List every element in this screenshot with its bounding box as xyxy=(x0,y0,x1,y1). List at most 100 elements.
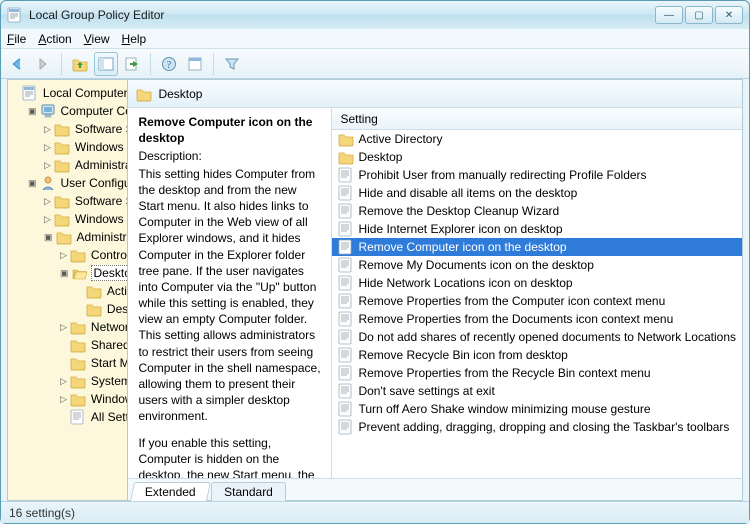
folder-icon xyxy=(338,131,354,147)
separator xyxy=(213,53,214,75)
list-item-label: Remove Recycle Bin icon from desktop xyxy=(358,348,567,362)
menu-file[interactable]: File xyxy=(7,32,26,46)
statusbar: 16 setting(s) xyxy=(1,501,749,523)
list-item-label: Remove Computer icon on the desktop xyxy=(358,240,566,254)
setting-icon xyxy=(338,275,354,291)
menu-action[interactable]: Action xyxy=(38,32,71,46)
tree-cc-software[interactable]: ▷Software Settings xyxy=(42,120,125,138)
show-tree-button[interactable] xyxy=(94,52,118,76)
list-item-label: Active Directory xyxy=(358,132,442,146)
setting-icon xyxy=(338,221,354,237)
export-button[interactable] xyxy=(120,52,144,76)
list-item[interactable]: Remove Computer icon on the desktop xyxy=(332,238,742,256)
back-button[interactable] xyxy=(5,52,29,76)
selected-setting-title: Remove Computer icon on the desktop xyxy=(138,114,321,146)
folder-icon xyxy=(70,355,86,371)
list-item-label: Remove Properties from the Computer icon… xyxy=(358,294,665,308)
twisty-icon[interactable]: ▣ xyxy=(28,178,37,189)
tree-network[interactable]: ▷Network xyxy=(58,318,125,336)
tree-computer-config[interactable]: ▣ Computer Configuration xyxy=(26,102,125,120)
setting-icon xyxy=(338,293,354,309)
folder-icon xyxy=(56,229,72,245)
setting-icon xyxy=(338,365,354,381)
tree-cc-windows[interactable]: ▷Windows Settings xyxy=(42,138,125,156)
content-pane: Desktop Remove Computer icon on the desk… xyxy=(128,80,742,500)
tree-uc-windows[interactable]: ▷Windows Settings xyxy=(42,210,125,228)
tree-pane[interactable]: ▶ Local Computer Policy ▣ Computer Confi… xyxy=(8,80,128,500)
list-item-label: Desktop xyxy=(358,150,402,164)
app-icon xyxy=(7,7,23,23)
tree-desktop-ad[interactable]: ▷Active Directory xyxy=(74,282,125,300)
tree-control-panel[interactable]: ▷Control Panel xyxy=(58,246,125,264)
list-item[interactable]: Remove Properties from the Computer icon… xyxy=(332,292,742,310)
list-item[interactable]: Hide Network Locations icon on desktop xyxy=(332,274,742,292)
setting-icon xyxy=(338,383,354,399)
tree-desktop-desktop[interactable]: ▷Desktop xyxy=(74,300,125,318)
list-item[interactable]: Remove Recycle Bin icon from desktop xyxy=(332,346,742,364)
tree-all-settings[interactable]: ▷All Settings xyxy=(58,408,125,426)
forward-button[interactable] xyxy=(31,52,55,76)
folder-icon xyxy=(54,211,70,227)
up-button[interactable] xyxy=(68,52,92,76)
list-item[interactable]: Prohibit User from manually redirecting … xyxy=(332,166,742,184)
list-item[interactable]: Do not add shares of recently opened doc… xyxy=(332,328,742,346)
tree-cc-admin[interactable]: ▷Administrative Templates xyxy=(42,156,125,174)
tree-user-config[interactable]: ▣ User Configuration xyxy=(26,174,125,192)
folder-icon xyxy=(70,391,86,407)
tree-system[interactable]: ▷System xyxy=(58,372,125,390)
column-header-setting[interactable]: Setting xyxy=(332,108,742,130)
tree-start-menu[interactable]: ▷Start Menu and Taskbar xyxy=(58,354,125,372)
list-item[interactable]: Remove Properties from the Documents ico… xyxy=(332,310,742,328)
minimize-button[interactable]: — xyxy=(655,6,683,24)
tree-root[interactable]: ▶ Local Computer Policy xyxy=(10,84,125,102)
tree-uc-software[interactable]: ▷Software Settings xyxy=(42,192,125,210)
tab-standard[interactable]: Standard xyxy=(211,482,286,501)
help-button[interactable]: ? xyxy=(157,52,181,76)
folder-icon xyxy=(54,121,70,137)
list-item-label: Hide Network Locations icon on desktop xyxy=(358,276,572,290)
tree-shared-folders[interactable]: ▷Shared Folders xyxy=(58,336,125,354)
tree-desktop[interactable]: ▣Desktop xyxy=(58,264,125,282)
list-item[interactable]: Prevent adding, dragging, dropping and c… xyxy=(332,418,742,436)
list-item-label: Prohibit User from manually redirecting … xyxy=(358,168,646,182)
filter-button[interactable] xyxy=(220,52,244,76)
settings-list[interactable]: Active Directory Desktop Prohibit User fro… xyxy=(332,130,742,478)
tab-extended[interactable]: Extended xyxy=(130,482,211,501)
maximize-button[interactable]: ▢ xyxy=(685,6,713,24)
list-item[interactable]: Remove My Documents icon on the desktop xyxy=(332,256,742,274)
separator xyxy=(61,53,62,75)
folder-icon xyxy=(54,157,70,173)
status-text: 16 setting(s) xyxy=(9,506,75,520)
list-item[interactable]: Active Directory xyxy=(332,130,742,148)
folder-icon xyxy=(54,193,70,209)
menu-view[interactable]: View xyxy=(84,32,110,46)
list-item-label: Don't save settings at exit xyxy=(358,384,494,398)
folder-icon xyxy=(70,247,86,263)
window-title: Local Group Policy Editor xyxy=(29,8,655,22)
menu-help[interactable]: Help xyxy=(122,32,147,46)
folder-icon xyxy=(70,319,86,335)
list-item[interactable]: Turn off Aero Shake window minimizing mo… xyxy=(332,400,742,418)
list-item[interactable]: Desktop xyxy=(332,148,742,166)
properties-button[interactable] xyxy=(183,52,207,76)
setting-icon xyxy=(338,167,354,183)
menubar: File Action View Help xyxy=(1,29,749,49)
list-item[interactable]: Hide and disable all items on the deskto… xyxy=(332,184,742,202)
description-label: Description: xyxy=(138,148,321,164)
folder-icon xyxy=(70,337,86,353)
setting-icon xyxy=(338,401,354,417)
twisty-icon[interactable]: ▣ xyxy=(28,106,37,117)
list-item[interactable]: Remove Properties from the Recycle Bin c… xyxy=(332,364,742,382)
list-item[interactable]: Don't save settings at exit xyxy=(332,382,742,400)
close-button[interactable]: ✕ xyxy=(715,6,743,24)
settings-list-pane: Setting Active Directory Desktop Prohibit … xyxy=(332,108,742,478)
folder-icon xyxy=(136,86,152,102)
separator xyxy=(150,53,151,75)
list-item[interactable]: Hide Internet Explorer icon on desktop xyxy=(332,220,742,238)
tree-win-components[interactable]: ▷Windows Components xyxy=(58,390,125,408)
list-item-label: Hide and disable all items on the deskto… xyxy=(358,186,577,200)
tree-uc-admin[interactable]: ▣Administrative Templates xyxy=(42,228,125,246)
list-item[interactable]: Remove the Desktop Cleanup Wizard xyxy=(332,202,742,220)
list-item-label: Remove My Documents icon on the desktop xyxy=(358,258,593,272)
list-item-label: Turn off Aero Shake window minimizing mo… xyxy=(358,402,650,416)
